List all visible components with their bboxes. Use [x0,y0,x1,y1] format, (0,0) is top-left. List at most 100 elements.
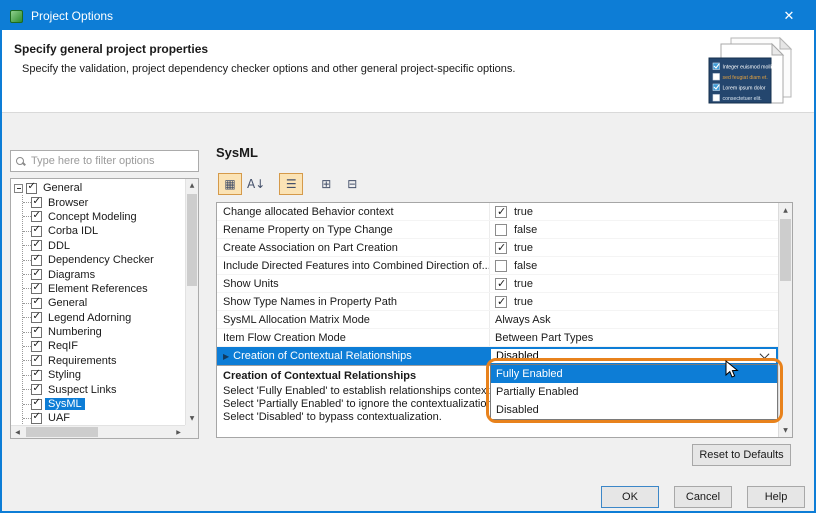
value-checkbox-checked-icon[interactable] [495,296,507,308]
collapse-all-icon[interactable]: ⊟ [340,173,364,195]
tree-checkbox-checked-icon[interactable] [31,413,42,424]
help-button[interactable]: Help [747,486,805,508]
tree-vertical-scrollbar[interactable] [185,179,198,425]
tree-checkbox-checked-icon[interactable] [31,355,42,366]
property-row-show-type-names-in-property-path[interactable]: Show Type Names in Property Pathtrue [217,293,778,311]
cancel-button[interactable]: Cancel [674,486,732,508]
tree-item-label[interactable]: General [45,297,90,309]
tree-checkbox-checked-icon[interactable] [31,240,42,251]
property-value[interactable]: true [490,293,778,310]
tree-checkbox-checked-icon[interactable] [31,312,42,323]
tree-checkbox-checked-icon[interactable] [26,183,37,194]
value-checkbox-unchecked-icon[interactable] [495,260,507,272]
tree-item-legend-adorning[interactable]: Legend Adorning [23,311,185,325]
tree-checkbox-checked-icon[interactable] [31,255,42,266]
property-row-rename-property-on-type-change[interactable]: Rename Property on Type Changefalse [217,221,778,239]
property-row-create-association-on-part-creation[interactable]: Create Association on Part Creationtrue [217,239,778,257]
scroll-up-icon[interactable] [186,179,198,192]
tree-item-label[interactable]: Browser [45,197,91,209]
tree-item-label[interactable]: Legend Adorning [45,312,134,324]
tree-checkbox-checked-icon[interactable] [31,384,42,395]
tree-checkbox-checked-icon[interactable] [31,226,42,237]
ok-button[interactable]: OK [601,486,659,508]
value-checkbox-checked-icon[interactable] [495,278,507,290]
value-checkbox-checked-icon[interactable] [495,206,507,218]
tree-item-label[interactable]: UAF [45,412,73,424]
tree-item-label[interactable]: Suspect Links [45,384,119,396]
tree-item-concept-modeling[interactable]: Concept Modeling [23,210,185,224]
property-row-creation-of-contextual-relationships[interactable]: Creation of Contextual RelationshipsDisa… [217,347,778,365]
tree-checkbox-checked-icon[interactable] [31,341,42,352]
tree-item-label[interactable]: Dependency Checker [45,254,157,266]
property-value[interactable]: Always Ask [490,311,778,328]
property-value[interactable]: true [490,239,778,256]
tree-item-element-references[interactable]: Element References [23,282,185,296]
property-row-sysml-allocation-matrix-mode[interactable]: SysML Allocation Matrix ModeAlways Ask [217,311,778,329]
tree-checkbox-checked-icon[interactable] [31,370,42,381]
close-icon[interactable]: ✕ [772,2,806,30]
filter-box[interactable] [10,150,199,172]
tree-checkbox-checked-icon[interactable] [31,327,42,338]
tree-checkbox-checked-icon[interactable] [31,269,42,280]
tree-checkbox-checked-icon[interactable] [31,298,42,309]
scrollbar-thumb[interactable] [780,219,791,281]
tree-item-uaf[interactable]: UAF [23,411,185,425]
tree-item-styling[interactable]: Styling [23,368,185,382]
property-value[interactable]: true [490,203,778,220]
reset-to-defaults-button[interactable]: Reset to Defaults [692,444,791,466]
tree-item-diagrams[interactable]: Diagrams [23,267,185,281]
categorized-view-icon[interactable]: ▦ [218,173,242,195]
property-value[interactable]: Disabled [490,347,778,364]
value-combobox[interactable]: Disabled [490,348,777,364]
tree-item-reqif[interactable]: ReqIF [23,339,185,353]
value-checkbox-unchecked-icon[interactable] [495,224,507,236]
alphabetical-sort-icon[interactable]: A↓ [244,173,268,195]
scroll-down-icon[interactable] [779,423,792,437]
tree-item-label[interactable]: ReqIF [45,340,81,352]
properties-vertical-scrollbar[interactable] [778,203,792,437]
tree-item-corba-idl[interactable]: Corba IDL [23,224,185,238]
tree-item-label[interactable]: Diagrams [45,269,98,281]
tree-item-dependency-checker[interactable]: Dependency Checker [23,253,185,267]
show-description-icon[interactable]: ☰ [279,173,303,195]
dropdown-option-partially-enabled[interactable]: Partially Enabled [491,383,777,401]
tree-item-label[interactable]: Styling [45,369,84,381]
tree-item-label[interactable]: SysML [45,398,85,410]
scroll-right-icon[interactable] [172,426,185,438]
scroll-down-icon[interactable] [186,412,198,425]
scrollbar-thumb[interactable] [26,427,98,437]
chevron-down-icon[interactable] [760,349,770,359]
tree-item-label[interactable]: DDL [45,240,73,252]
value-checkbox-checked-icon[interactable] [495,242,507,254]
expand-all-icon[interactable]: ⊞ [314,173,338,195]
tree-item-browser[interactable]: Browser [23,195,185,209]
property-value[interactable]: true [490,275,778,292]
tree-checkbox-checked-icon[interactable] [31,399,42,410]
scrollbar-thumb[interactable] [187,194,197,286]
tree-checkbox-checked-icon[interactable] [31,197,42,208]
tree-item-label[interactable]: Requirements [45,355,119,367]
tree-item-ddl[interactable]: DDL [23,239,185,253]
tree-item-numbering[interactable]: Numbering [23,325,185,339]
tree-item-label[interactable]: Corba IDL [45,225,101,237]
tree-checkbox-checked-icon[interactable] [31,211,42,222]
tree-item-general-root[interactable]: General [14,181,185,195]
tree-item-sysml[interactable]: SysML [23,397,185,411]
tree-item-label[interactable]: General [40,182,85,194]
tree-item-label[interactable]: Element References [45,283,151,295]
property-value[interactable]: false [490,257,778,274]
filter-input[interactable] [31,155,193,167]
property-row-change-allocated-behavior-context[interactable]: Change allocated Behavior contexttrue [217,203,778,221]
tree-item-label[interactable]: Concept Modeling [45,211,140,223]
titlebar[interactable]: Project Options ✕ [2,2,814,30]
tree-item-suspect-links[interactable]: Suspect Links [23,382,185,396]
property-value[interactable]: false [490,221,778,238]
tree-item-requirements[interactable]: Requirements [23,354,185,368]
tree-horizontal-scrollbar[interactable] [11,425,185,438]
scroll-left-icon[interactable] [11,426,24,438]
scroll-up-icon[interactable] [779,203,792,217]
property-row-item-flow-creation-mode[interactable]: Item Flow Creation ModeBetween Part Type… [217,329,778,347]
tree-item-label[interactable]: Numbering [45,326,105,338]
tree-checkbox-checked-icon[interactable] [31,283,42,294]
property-value[interactable]: Between Part Types [490,329,778,346]
